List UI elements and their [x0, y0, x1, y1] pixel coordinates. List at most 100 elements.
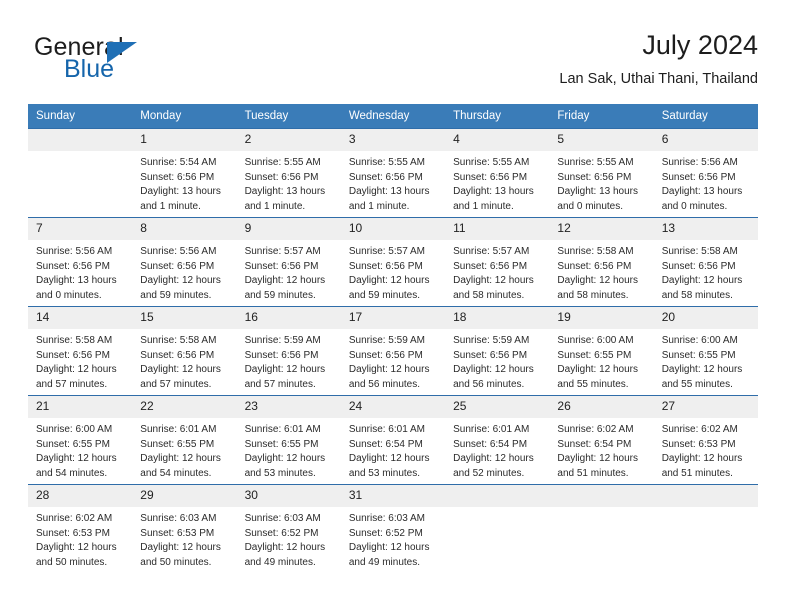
day-details: Sunrise: 5:55 AM Sunset: 6:56 PM Daylight:… — [549, 151, 653, 214]
day-detail-sunrise: Sunrise: 6:00 AM — [36, 424, 113, 435]
day-detail-daylight2: and 56 minutes. — [348, 378, 421, 390]
day-detail-daylight2: and 50 minutes. — [140, 556, 212, 568]
weekday-header-saturday: Saturday — [653, 104, 758, 129]
calendar-day-cell[interactable]: 25 Sunrise: 6:01 AM Sunset: 6:54 PM Dayligh… — [445, 395, 550, 485]
calendar-day-cell[interactable]: 2 Sunrise: 5:55 AM Sunset: 6:56 PM Daylight… — [236, 128, 341, 218]
day-detail-daylight2: and 1 minute. — [453, 200, 514, 212]
calendar-day-cell[interactable]: 27 Sunrise: 6:02 AM Sunset: 6:53 PM Dayligh… — [653, 395, 758, 485]
day-details: Sunrise: 5:54 AM Sunset: 6:56 PM Daylight:… — [132, 151, 236, 214]
calendar-day-cell[interactable]: 13 Sunrise: 5:58 AM Sunset: 6:56 PM Dayligh… — [653, 217, 758, 307]
calendar-day-cell[interactable]: 30 Sunrise: 6:03 AM Sunset: 6:52 PM Dayligh… — [236, 484, 341, 573]
title-block: July 2024 Lan Sak, Uthai Thani, Thailand — [559, 28, 758, 90]
day-detail-daylight1: Daylight: 12 hours — [244, 453, 326, 465]
calendar-day-cell[interactable]: 10 Sunrise: 5:57 AM Sunset: 6:56 PM Dayligh… — [340, 217, 446, 307]
calendar-day-cell[interactable]: 5 Sunrise: 5:55 AM Sunset: 6:56 PM Daylight… — [549, 128, 654, 218]
day-detail-daylight2: and 0 minutes. — [661, 200, 728, 212]
day-detail-sunset: Sunset: 6:53 PM — [661, 438, 736, 450]
day-detail-daylight1: Daylight: 12 hours — [140, 453, 221, 465]
calendar-day-cell[interactable]: 3 Sunrise: 5:55 AM Sunset: 6:56 PM Daylight… — [340, 128, 446, 218]
calendar-day-cell[interactable]: 26 Sunrise: 6:02 AM Sunset: 6:54 PM Dayligh… — [549, 395, 654, 485]
day-detail-daylight2: and 54 minutes. — [140, 467, 212, 479]
brand-logo[interactable]: General Blue — [34, 34, 234, 90]
day-detail-daylight1: Daylight: 13 hours — [244, 186, 326, 198]
day-detail-sunrise: Sunrise: 5:56 AM — [661, 157, 738, 168]
day-details: Sunrise: 6:03 AM Sunset: 6:52 PM Daylight:… — [341, 507, 445, 570]
day-number: 9 — [236, 218, 341, 240]
calendar-day-cell[interactable]: 4 Sunrise: 5:55 AM Sunset: 6:56 PM Daylight… — [445, 128, 550, 218]
calendar-day-cell-empty — [28, 128, 133, 218]
day-details: Sunrise: 5:56 AM Sunset: 6:56 PM Daylight:… — [132, 240, 236, 303]
calendar-day-cell[interactable]: 19 Sunrise: 6:00 AM Sunset: 6:55 PM Dayligh… — [549, 306, 654, 396]
day-detail-daylight1: Daylight: 12 hours — [453, 453, 534, 465]
day-detail-sunset: Sunset: 6:56 PM — [661, 260, 736, 272]
day-detail-sunset: Sunset: 6:54 PM — [348, 438, 423, 450]
day-detail-daylight1: Daylight: 12 hours — [140, 275, 221, 287]
day-detail-daylight1: Daylight: 12 hours — [244, 275, 326, 287]
day-number — [549, 485, 654, 507]
day-detail-sunset: Sunset: 6:56 PM — [36, 349, 110, 361]
day-details: Sunrise: 6:00 AM Sunset: 6:55 PM Daylight:… — [654, 329, 758, 392]
calendar-day-cell[interactable]: 21 Sunrise: 6:00 AM Sunset: 6:55 PM Dayligh… — [28, 395, 133, 485]
page-subtitle: Lan Sak, Uthai Thani, Thailand — [559, 71, 758, 87]
day-detail-daylight2: and 55 minutes. — [661, 378, 733, 390]
day-detail-sunrise: Sunrise: 5:59 AM — [244, 335, 321, 346]
day-number — [28, 129, 133, 151]
calendar-day-cell[interactable]: 17 Sunrise: 5:59 AM Sunset: 6:56 PM Dayligh… — [340, 306, 446, 396]
day-detail-sunrise: Sunrise: 5:58 AM — [557, 246, 634, 257]
calendar-day-cell[interactable]: 31 Sunrise: 6:03 AM Sunset: 6:52 PM Dayligh… — [340, 484, 446, 573]
day-number: 2 — [236, 129, 341, 151]
day-detail-sunrise: Sunrise: 5:55 AM — [453, 157, 530, 168]
brand-name-blue: Blue — [64, 55, 115, 83]
calendar-day-cell[interactable]: 6 Sunrise: 5:56 AM Sunset: 6:56 PM Daylight… — [653, 128, 758, 218]
calendar-day-cell[interactable]: 9 Sunrise: 5:57 AM Sunset: 6:56 PM Daylight… — [236, 217, 341, 307]
day-detail-daylight2: and 1 minute. — [348, 200, 410, 212]
calendar-day-cell[interactable]: 24 Sunrise: 6:01 AM Sunset: 6:54 PM Dayligh… — [340, 395, 446, 485]
day-detail-sunrise: Sunrise: 6:02 AM — [557, 424, 634, 435]
day-details: Sunrise: 5:59 AM Sunset: 6:56 PM Daylight:… — [341, 329, 445, 392]
calendar-day-cell[interactable]: 1 Sunrise: 5:54 AM Sunset: 6:56 PM Daylight… — [132, 128, 237, 218]
day-detail-daylight1: Daylight: 13 hours — [36, 275, 117, 287]
day-detail-sunrise: Sunrise: 5:54 AM — [140, 157, 217, 168]
calendar-day-cell[interactable]: 12 Sunrise: 5:58 AM Sunset: 6:56 PM Dayligh… — [549, 217, 654, 307]
day-number: 24 — [340, 396, 446, 418]
calendar-day-cell[interactable]: 23 Sunrise: 6:01 AM Sunset: 6:55 PM Dayligh… — [236, 395, 341, 485]
day-detail-daylight1: Daylight: 12 hours — [348, 364, 430, 376]
day-detail-daylight2: and 0 minutes. — [557, 200, 624, 212]
calendar-day-cell[interactable]: 8 Sunrise: 5:56 AM Sunset: 6:56 PM Daylight… — [132, 217, 237, 307]
calendar-day-cell[interactable]: 15 Sunrise: 5:58 AM Sunset: 6:56 PM Dayligh… — [132, 306, 237, 396]
day-detail-daylight2: and 57 minutes. — [36, 378, 108, 390]
day-details: Sunrise: 6:03 AM Sunset: 6:53 PM Daylight:… — [132, 507, 236, 570]
calendar-day-cell[interactable]: 29 Sunrise: 6:03 AM Sunset: 6:53 PM Dayligh… — [132, 484, 237, 573]
day-detail-sunset: Sunset: 6:56 PM — [453, 171, 528, 183]
day-detail-daylight2: and 59 minutes. — [140, 289, 212, 301]
day-detail-daylight1: Daylight: 12 hours — [661, 453, 743, 465]
day-detail-sunrise: Sunrise: 6:00 AM — [557, 335, 634, 346]
day-detail-sunset: Sunset: 6:52 PM — [244, 527, 319, 539]
day-detail-sunrise: Sunrise: 6:01 AM — [140, 424, 217, 435]
calendar-week-row: 21 Sunrise: 6:00 AM Sunset: 6:55 PM Dayligh… — [28, 395, 758, 485]
calendar-day-cell[interactable]: 14 Sunrise: 5:58 AM Sunset: 6:56 PM Dayligh… — [28, 306, 133, 396]
calendar-day-cell[interactable]: 22 Sunrise: 6:01 AM Sunset: 6:55 PM Dayligh… — [132, 395, 237, 485]
day-detail-sunrise: Sunrise: 5:55 AM — [557, 157, 634, 168]
day-details: Sunrise: 5:56 AM Sunset: 6:56 PM Daylight:… — [654, 151, 758, 214]
calendar-day-cell[interactable]: 16 Sunrise: 5:59 AM Sunset: 6:56 PM Dayligh… — [236, 306, 341, 396]
calendar-table: Sunday Monday Tuesday Wednesday Thursday… — [28, 104, 758, 573]
calendar-day-cell[interactable]: 7 Sunrise: 5:56 AM Sunset: 6:56 PM Daylight… — [28, 217, 133, 307]
day-details: Sunrise: 6:02 AM Sunset: 6:53 PM Daylight:… — [28, 507, 132, 570]
calendar-day-cell[interactable]: 11 Sunrise: 5:57 AM Sunset: 6:56 PM Dayligh… — [445, 217, 550, 307]
day-details: Sunrise: 5:56 AM Sunset: 6:56 PM Daylight:… — [28, 240, 132, 303]
calendar-page: General Blue July 2024 Lan Sak, Uthai Th… — [0, 0, 792, 612]
calendar-day-cell[interactable]: 28 Sunrise: 6:02 AM Sunset: 6:53 PM Dayligh… — [28, 484, 133, 573]
day-detail-sunrise: Sunrise: 5:57 AM — [244, 246, 321, 257]
day-detail-daylight2: and 49 minutes. — [244, 556, 316, 568]
day-details: Sunrise: 5:58 AM Sunset: 6:56 PM Daylight:… — [654, 240, 758, 303]
calendar-day-cell[interactable]: 20 Sunrise: 6:00 AM Sunset: 6:55 PM Dayligh… — [653, 306, 758, 396]
day-detail-daylight2: and 56 minutes. — [453, 378, 525, 390]
day-number: 19 — [549, 307, 654, 329]
day-detail-daylight2: and 59 minutes. — [348, 289, 421, 301]
day-details: Sunrise: 5:57 AM Sunset: 6:56 PM Daylight:… — [445, 240, 549, 303]
day-detail-daylight1: Daylight: 12 hours — [348, 453, 430, 465]
calendar-week-row: 14 Sunrise: 5:58 AM Sunset: 6:56 PM Dayligh… — [28, 306, 758, 396]
calendar-day-cell[interactable]: 18 Sunrise: 5:59 AM Sunset: 6:56 PM Dayligh… — [445, 306, 550, 396]
day-detail-sunset: Sunset: 6:56 PM — [348, 171, 423, 183]
